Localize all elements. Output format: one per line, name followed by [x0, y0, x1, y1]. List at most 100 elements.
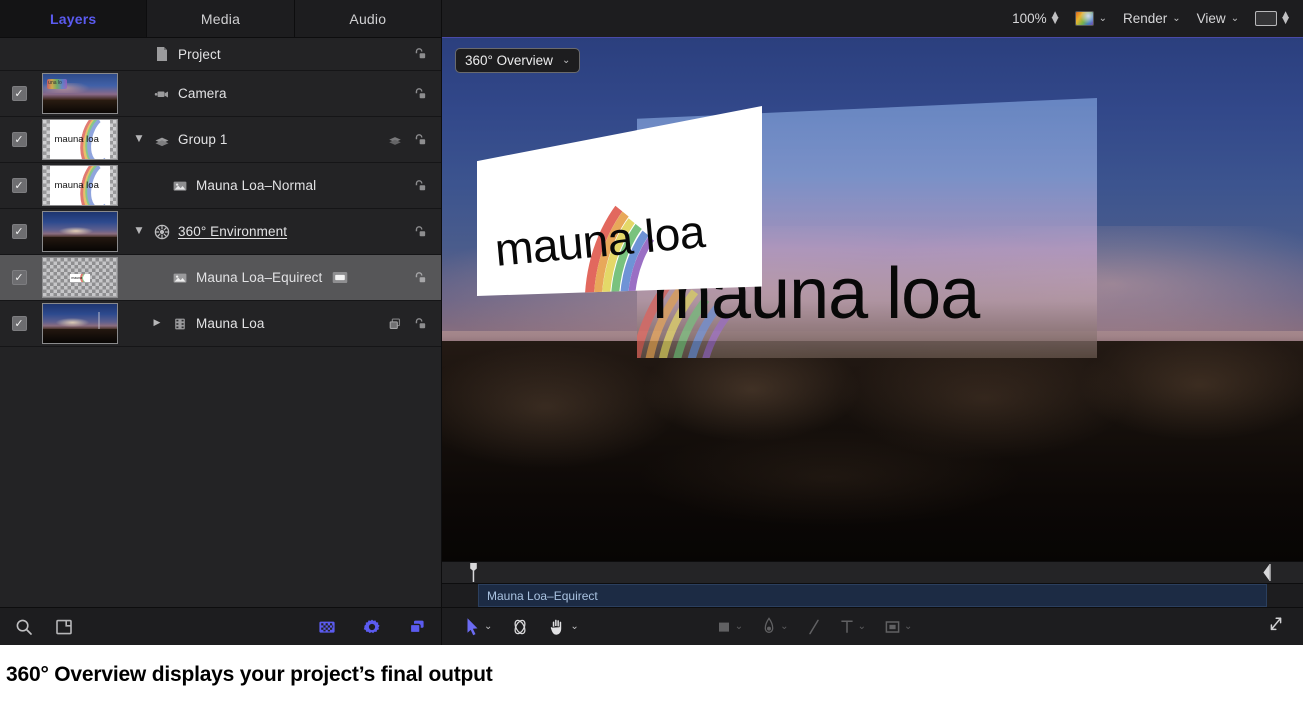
thumbnail-cell: [38, 303, 122, 344]
row-right-icons: [387, 132, 441, 148]
tab-audio[interactable]: Audio: [295, 0, 441, 37]
canvas-toolbar: 100% ▲▼ ⌄ Render ⌄ View ⌄ ▲▼: [442, 0, 1303, 38]
layer-enable-checkbox[interactable]: ✓: [12, 316, 27, 331]
layer-name-cell: ▶ Mauna Loa: [122, 315, 387, 333]
timeline-ruler[interactable]: [442, 561, 1303, 583]
thumbnail-cell: mauna loa: [38, 165, 122, 206]
chevron-down-icon[interactable]: ⌄: [780, 621, 788, 632]
line-tool[interactable]: [800, 618, 828, 636]
view-menu[interactable]: View ⌄: [1197, 11, 1239, 26]
chevron-down-icon[interactable]: ⌄: [858, 621, 866, 632]
frame-icon[interactable]: [54, 617, 74, 637]
layer-list[interactable]: ▶ Project: [0, 38, 441, 607]
chevron-down-icon[interactable]: ⌄: [484, 621, 492, 632]
window-stack-icon[interactable]: [407, 617, 427, 637]
view-layout-icon: [1255, 11, 1277, 26]
timeline-clip[interactable]: Mauna Loa–Equirect: [478, 584, 1267, 607]
pen-icon: [761, 617, 777, 636]
thumbnail-cell: mauna loa: [38, 119, 122, 160]
mask-icon: [884, 619, 901, 635]
layer-name-cell: ▶ Project: [122, 45, 412, 63]
unlock-icon[interactable]: [412, 270, 428, 286]
render-menu[interactable]: Render ⌄: [1123, 11, 1181, 26]
layer-row-mauna-loa-equirect[interactable]: ✓ mauna ▶: [0, 255, 441, 301]
search-icon[interactable]: [14, 617, 34, 637]
layer-enable-checkbox[interactable]: ✓: [12, 132, 27, 147]
pan-tool[interactable]: ⌄: [541, 617, 585, 637]
row-right-icons: [412, 224, 441, 240]
layer-enable-checkbox[interactable]: ✓: [12, 224, 27, 239]
equirect-badge-icon[interactable]: [332, 271, 348, 284]
resize-diagonal-icon: [1265, 613, 1287, 635]
layer-row-mauna-loa[interactable]: ✓ ▶: [0, 301, 441, 347]
layer-row-360-environment[interactable]: ✓ ▼: [0, 209, 441, 255]
unlock-icon[interactable]: [412, 86, 428, 102]
layer-name-cell: ▼ Group 1: [122, 131, 387, 149]
play-range-end-marker-icon[interactable]: [1262, 564, 1271, 581]
disclosure-triangle-closed[interactable]: ▶: [150, 319, 164, 328]
layer-enable-checkbox[interactable]: ✓: [12, 270, 27, 285]
unlock-icon[interactable]: [412, 316, 428, 332]
text-tool[interactable]: ⌄: [832, 618, 873, 636]
row-right-icons: [412, 270, 441, 286]
enable-checkbox-cell: ✓: [0, 270, 38, 285]
disclosure-spacer: ▶: [132, 50, 146, 59]
view-layout-control[interactable]: ▲▼: [1255, 11, 1289, 26]
arrow-cursor-icon: [465, 617, 481, 636]
unlock-icon[interactable]: [412, 132, 428, 148]
playhead-marker-icon[interactable]: [469, 563, 478, 582]
color-profile-control[interactable]: ⌄: [1075, 11, 1107, 26]
disclosure-triangle-open[interactable]: ▼: [132, 227, 146, 236]
layers-bottom-left-group: [14, 617, 74, 637]
rectangle-tool[interactable]: ⌄: [709, 619, 750, 635]
overview-mode-label: 360° Overview: [465, 53, 553, 68]
render-settings-icon[interactable]: [362, 617, 382, 637]
tab-layers[interactable]: Layers: [0, 0, 147, 37]
bezier-tool[interactable]: ⌄: [754, 617, 795, 636]
layer-enable-checkbox[interactable]: ✓: [12, 178, 27, 193]
layer-row-project[interactable]: ▶ Project: [0, 38, 441, 71]
chevron-down-icon[interactable]: ⌄: [570, 621, 578, 632]
zoom-level-control[interactable]: 100% ▲▼: [1012, 11, 1058, 26]
unlock-icon[interactable]: [412, 178, 428, 194]
thumbnail-cell: mauna: [38, 257, 122, 298]
layer-row-group-1[interactable]: ✓ mauna loa: [0, 117, 441, 163]
row-right-icons: [412, 178, 441, 194]
document-icon: [153, 45, 171, 63]
chevron-down-icon[interactable]: ⌄: [735, 621, 743, 632]
unlock-icon[interactable]: [412, 224, 428, 240]
unlock-icon[interactable]: [412, 46, 428, 62]
motion-app-screenshot: Layers Media Audio ▶: [0, 0, 1303, 705]
select-tool[interactable]: ⌄: [458, 617, 499, 636]
overview-mode-button[interactable]: 360° Overview ⌄: [455, 48, 580, 73]
group-icon: [153, 131, 171, 149]
view-menu-label: View: [1197, 11, 1226, 26]
mask-tool[interactable]: ⌄: [877, 619, 919, 635]
media-stack-icon[interactable]: [387, 316, 403, 332]
tab-media[interactable]: Media: [147, 0, 294, 37]
layers-panel: Layers Media Audio ▶: [0, 0, 441, 645]
disclosure-spacer: ▶: [132, 89, 146, 98]
canvas-viewport[interactable]: mauna loa mauna loa 360° Overview ⌄: [442, 38, 1303, 561]
group-stack-icon[interactable]: [387, 132, 403, 148]
disclosure-triangle-open[interactable]: ▼: [132, 135, 146, 144]
layer-name-label: 360° Environment: [178, 224, 287, 239]
environment-icon: [153, 223, 171, 241]
transform-3d-tool[interactable]: [503, 617, 537, 637]
layer-enable-checkbox[interactable]: ✓: [12, 86, 27, 101]
row-right-icons: [412, 46, 441, 62]
caption-text: 360° Overview displays your project’s fi…: [6, 663, 493, 687]
enable-checkbox-cell: ✓: [0, 316, 38, 331]
layer-row-mauna-loa-normal[interactable]: ✓ mauna loa: [0, 163, 441, 209]
text-icon: [839, 618, 855, 636]
transparency-grid-icon[interactable]: [317, 617, 337, 637]
chevron-down-icon[interactable]: ⌄: [904, 621, 912, 632]
resize-handle[interactable]: [1265, 613, 1287, 640]
layer-thumbnail-mauna-loa-equirect: mauna: [42, 257, 118, 298]
timeline-track[interactable]: Mauna Loa–Equirect: [442, 583, 1303, 607]
caption-area: 360° Overview displays your project’s fi…: [0, 645, 1303, 705]
layer-name-cell: ▶ Mauna Loa–Equirect: [122, 269, 412, 287]
layer-row-camera[interactable]: ✓ una lo ▶: [0, 71, 441, 117]
chevron-down-icon: ⌄: [1172, 13, 1180, 24]
camera-icon: [153, 85, 171, 103]
